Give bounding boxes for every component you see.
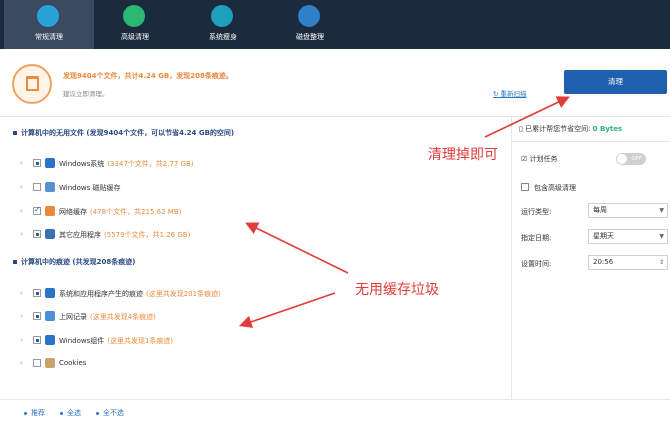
annotation-arrows [238,96,570,328]
annotation-cache-note: 无用缓存垃圾 [355,282,439,298]
annotation-clean-note: 清理掉即可 [428,147,498,163]
